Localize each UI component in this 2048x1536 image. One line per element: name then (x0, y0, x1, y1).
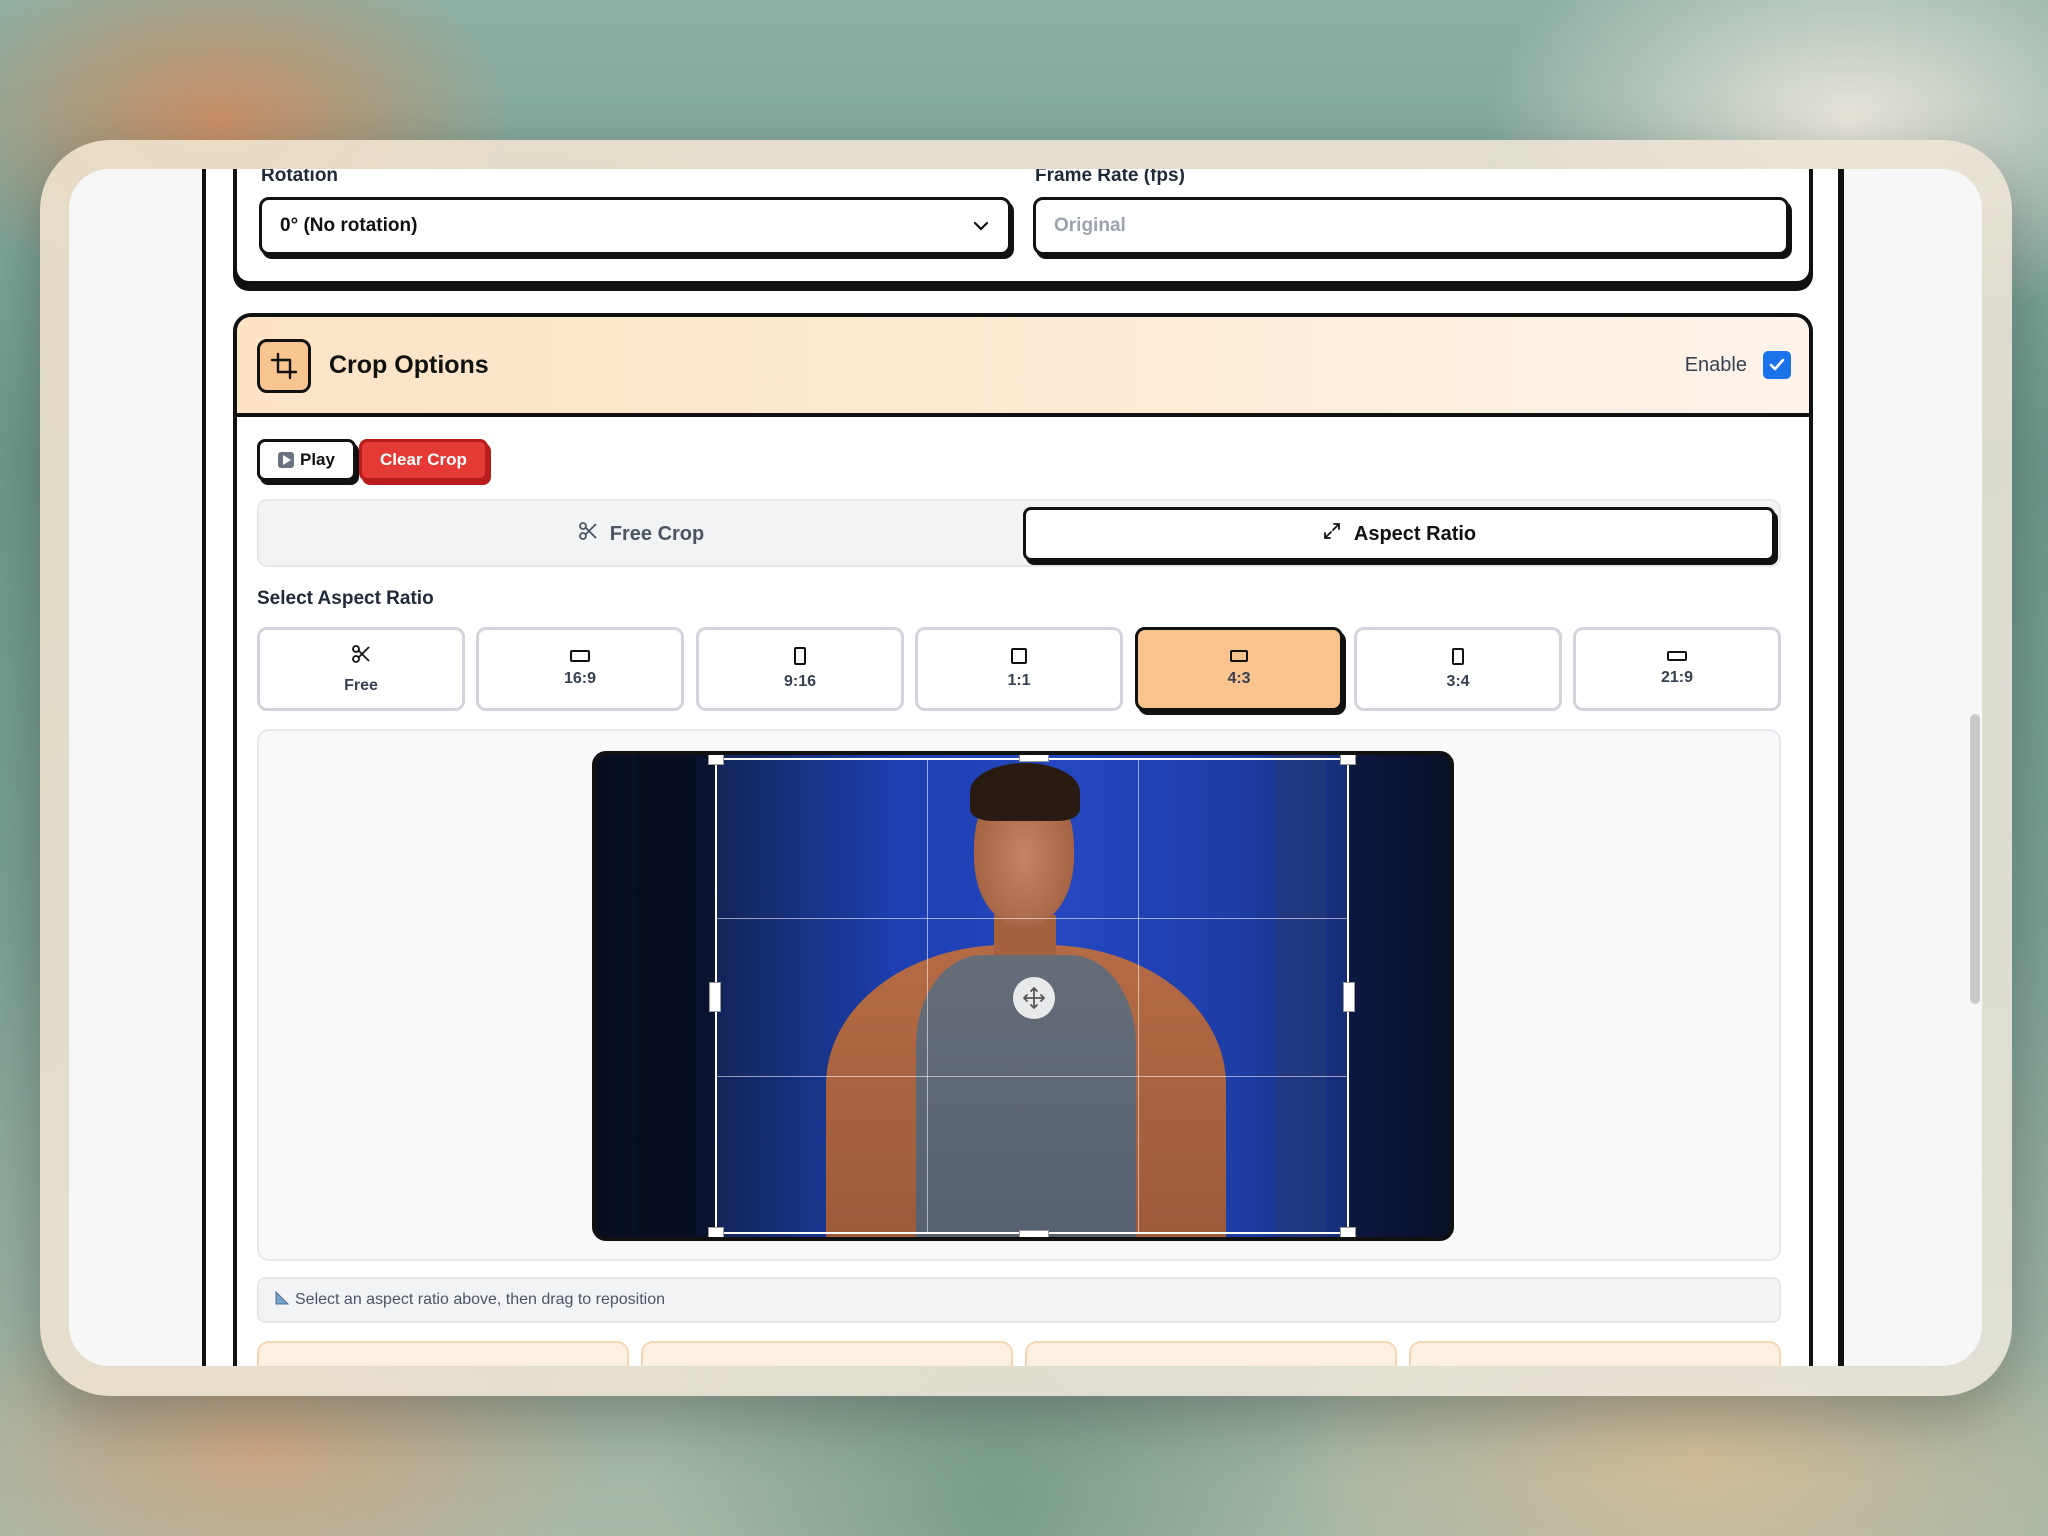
ratio-1-1-button[interactable]: 1:1 (915, 627, 1123, 711)
ratio-label: 21:9 (1660, 669, 1694, 686)
portrait-rect-icon (1452, 647, 1464, 665)
aspect-ratio-options: Free 16:9 9:16 1:1 4:3 3:4 21:9 (257, 627, 1781, 711)
ratio-9-16-button[interactable]: 9:16 (696, 627, 904, 711)
chevron-down-icon (972, 215, 990, 238)
ratio-free-button[interactable]: Free (257, 627, 465, 711)
ratio-label: 1:1 (1007, 672, 1031, 689)
crop-mask-left (596, 755, 715, 1237)
resize-handle-bottom-right[interactable] (1340, 1227, 1356, 1237)
landscape-rect-icon (1230, 650, 1248, 662)
crop-preview-area (257, 729, 1781, 1261)
tab-free-crop[interactable]: Free Crop (265, 507, 1017, 561)
resize-handle-bottom-left[interactable] (708, 1227, 724, 1237)
grid-line (717, 1076, 1347, 1077)
rotation-label: Rotation (261, 169, 339, 186)
video-settings-card: Rotation 0° (No rotation) Frame Rate (fp… (233, 169, 1813, 285)
scissors-icon (351, 644, 371, 669)
play-label: Play (300, 450, 335, 469)
frame-rate-input[interactable]: Original (1033, 197, 1789, 255)
ratio-16-9-button[interactable]: 16:9 (476, 627, 684, 711)
ratio-label: 3:4 (1446, 672, 1470, 690)
crop-selection-box[interactable] (708, 755, 1356, 1237)
tab-aspect-ratio-label: Aspect Ratio (1353, 522, 1477, 545)
portrait-rect-icon (794, 647, 806, 665)
enable-label: Enable (1684, 353, 1747, 376)
enable-toggle: Enable (1685, 351, 1791, 379)
expand-icon (1322, 521, 1342, 547)
crop-title: Crop Options (329, 351, 489, 379)
info-card (1025, 1341, 1397, 1366)
ratio-label: 16:9 (563, 670, 597, 687)
resize-handle-bottom[interactable] (1019, 1230, 1049, 1237)
ratio-label: 9:16 (783, 673, 817, 690)
screen: Rotation 0° (No rotation) Frame Rate (fp… (69, 169, 1982, 1366)
resize-handle-top[interactable] (1019, 755, 1049, 762)
ratio-21-9-button[interactable]: 21:9 (1573, 627, 1781, 711)
resize-handle-top-right[interactable] (1340, 755, 1356, 765)
crop-header: Crop Options Enable (237, 317, 1809, 417)
ruler-icon (275, 1290, 290, 1310)
rotation-select[interactable]: 0° (No rotation) (259, 197, 1011, 255)
ratio-label: 4:3 (1227, 670, 1251, 687)
info-card (641, 1341, 1013, 1366)
crop-options-card: Crop Options Enable Play Clear Crop Free… (233, 313, 1813, 1366)
grid-line (1138, 760, 1139, 1232)
resize-handle-right[interactable] (1343, 982, 1355, 1012)
square-icon (1011, 648, 1027, 664)
grid-line (717, 918, 1347, 919)
crop-mask-right (1349, 755, 1450, 1237)
resize-handle-left[interactable] (709, 982, 721, 1012)
ratio-4-3-button[interactable]: 4:3 (1135, 627, 1343, 711)
clear-crop-button[interactable]: Clear Crop (359, 439, 488, 481)
rotation-value: 0° (No rotation) (280, 215, 418, 236)
tab-aspect-ratio[interactable]: Aspect Ratio (1023, 507, 1775, 561)
move-icon[interactable] (1013, 977, 1055, 1019)
crop-info-cards (257, 1341, 1781, 1366)
ratio-3-4-button[interactable]: 3:4 (1354, 627, 1562, 711)
video-preview (592, 751, 1454, 1241)
wide-rect-icon (1667, 651, 1687, 661)
crop-hint-text: Select an aspect ratio above, then drag … (295, 1291, 666, 1308)
play-button[interactable]: Play (257, 439, 356, 481)
crop-hint: Select an aspect ratio above, then drag … (257, 1277, 1781, 1323)
enable-checkbox[interactable] (1763, 351, 1791, 379)
crop-mode-tabs: Free Crop Aspect Ratio (257, 499, 1781, 567)
frame-rate-label: Frame Rate (fps) (1035, 169, 1185, 186)
info-card (257, 1341, 629, 1366)
clear-crop-label: Clear Crop (380, 450, 467, 469)
landscape-rect-icon (570, 650, 590, 662)
scissors-icon (578, 521, 598, 547)
select-aspect-ratio-label: Select Aspect Ratio (257, 588, 434, 609)
page-scrollbar[interactable] (1970, 714, 1980, 1004)
frame-rate-placeholder: Original (1054, 215, 1126, 236)
grid-line (927, 760, 928, 1232)
ratio-label: Free (344, 676, 378, 694)
play-icon (278, 452, 294, 468)
tab-free-crop-label: Free Crop (609, 522, 705, 545)
info-card (1409, 1341, 1781, 1366)
crop-icon (257, 339, 311, 393)
resize-handle-top-left[interactable] (708, 755, 724, 765)
